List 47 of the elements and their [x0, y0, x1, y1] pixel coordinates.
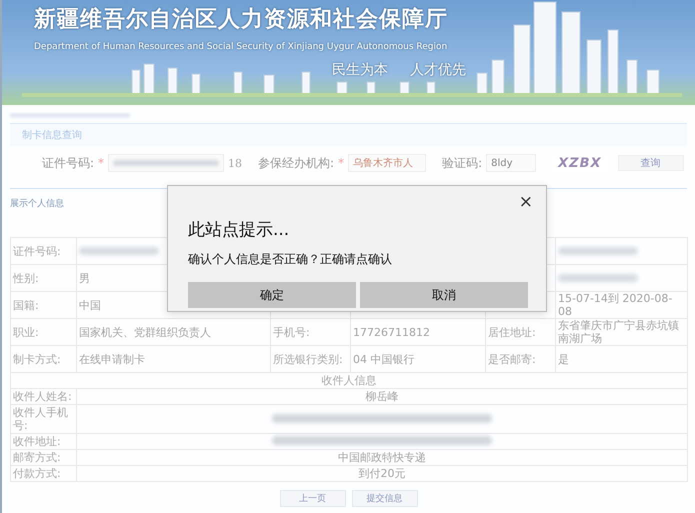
field-label: 参保经办机构:: [258, 154, 334, 172]
field-label: 制卡方式:: [10, 346, 76, 372]
field-value: 15-07-14到 2020-08-08: [556, 292, 688, 318]
field-label: 付款方式:: [10, 466, 76, 482]
id-number-field[interactable]: [108, 154, 224, 172]
field-label: 手机号:: [270, 318, 350, 346]
field-label: 收件地址:: [10, 434, 76, 450]
field-value: 东省肇庆市广宁县赤坑镇南湖广场: [556, 318, 688, 346]
field-value: 04 中国银行: [350, 346, 486, 372]
page-button[interactable]: 上一页: [280, 490, 346, 507]
required-mark: *: [98, 156, 104, 170]
field-label: 证件号码:: [42, 154, 94, 172]
field-value: 到付20元: [76, 466, 688, 482]
close-button[interactable]: ×: [516, 192, 536, 212]
field-value: 国家机关、党群组织负责人: [76, 318, 270, 346]
dialog-title: 此站点提示...: [188, 219, 290, 241]
field-value: 是: [556, 346, 688, 372]
field-label: 性别:: [10, 264, 76, 292]
page-button[interactable]: 提交信息: [352, 490, 418, 507]
field-label: 验证码:: [442, 154, 482, 172]
field-label: 居住地址:: [486, 318, 556, 346]
slogan-text: 人才优先: [410, 61, 466, 79]
field-value: 柳岳峰: [76, 388, 688, 404]
panel-title: 制卡信息查询: [10, 123, 687, 146]
field-label: 证件号码:: [10, 238, 76, 264]
field-label: 收件人姓名:: [10, 388, 76, 404]
captcha-field[interactable]: 8ldy: [486, 154, 536, 172]
field-value: 17726711812: [350, 318, 486, 346]
section-title: 展示个人信息: [10, 198, 64, 210]
site-subtitle: Department of Human Resources and Social Security of Xinjiang Uygur Autonomous Region: [34, 42, 448, 52]
agency-dropdown[interactable]: 乌鲁木齐市人: [348, 154, 426, 172]
dialog-button[interactable]: 确定: [188, 282, 356, 308]
field-value: 在线申请制卡: [76, 346, 270, 372]
field-label: 收件人手机号:: [10, 404, 76, 434]
field-label: 国籍:: [10, 292, 76, 318]
query-button[interactable]: 查询: [618, 155, 684, 171]
required-mark: *: [338, 156, 344, 170]
table-heading: 收件人信息: [10, 372, 688, 388]
field-value: 中国邮政特快专递: [76, 450, 688, 466]
field-label: 是否邮寄:: [486, 346, 556, 372]
field-label: 职业:: [10, 318, 76, 346]
slogan-text: 民生为本: [332, 61, 388, 79]
dialog-button[interactable]: 取消: [360, 282, 528, 308]
field-label: 邮寄方式:: [10, 450, 76, 466]
field-label: 所选银行类别:: [270, 346, 350, 372]
id-suffix: 18: [228, 156, 242, 170]
site-title: 新疆维吾尔自治区人力资源和社会保障厅: [34, 6, 448, 34]
